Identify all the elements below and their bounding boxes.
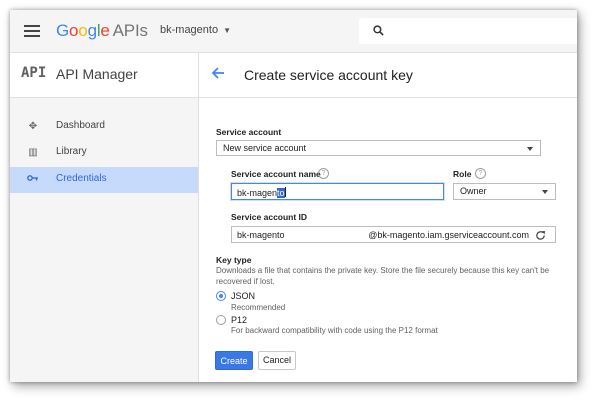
sidebar-item-credentials[interactable]: Credentials	[10, 167, 198, 193]
caret-down-icon: ▼	[223, 26, 232, 35]
project-name: bk-magento	[160, 24, 219, 36]
logo-letter: g	[87, 21, 97, 40]
json-radio[interactable]	[216, 291, 226, 301]
google-apis-logo[interactable]: Google APIs	[56, 21, 148, 41]
logo-letter: o	[78, 21, 88, 40]
sidebar: ✥ Dashboard ▥ Library Credentials	[10, 98, 199, 382]
role-label: Role	[453, 169, 472, 179]
top-bar: Google APIs bk-magento ▼	[10, 10, 577, 53]
app-header: API API Manager	[10, 53, 199, 98]
search-icon	[373, 25, 384, 36]
account-name-input[interactable]: bk-magento	[231, 183, 444, 200]
create-button[interactable]: Create	[215, 351, 253, 370]
json-option-label: JSON	[231, 291, 256, 301]
page-header: Create service account key	[199, 53, 577, 98]
project-selector[interactable]: bk-magento ▼	[160, 24, 231, 36]
refresh-icon[interactable]	[535, 230, 546, 243]
account-name-selection: to	[277, 188, 285, 198]
logo-letter: G	[56, 21, 70, 40]
back-arrow-icon[interactable]	[211, 66, 225, 85]
account-id-label: Service account ID	[231, 212, 308, 222]
cancel-button[interactable]: Cancel	[258, 351, 296, 370]
service-account-select[interactable]: New service account	[216, 140, 541, 156]
dropdown-arrow-icon	[542, 190, 548, 194]
account-id-suffix: @bk-magento.iam.gserviceaccount.com	[368, 230, 529, 240]
p12-option-sub: For backward compatibility with code usi…	[231, 326, 438, 335]
role-value: Owner	[460, 186, 487, 196]
dashboard-icon: ✥	[28, 121, 38, 132]
sidebar-item-dashboard[interactable]: ✥ Dashboard	[10, 114, 198, 140]
account-name-label: Service account name	[231, 169, 321, 179]
key-type-label: Key type	[216, 255, 252, 265]
logo-suffix: APIs	[112, 21, 148, 40]
text-cursor	[284, 187, 286, 197]
browser-frame: Google APIs bk-magento ▼ API API Manager ✥…	[10, 10, 577, 382]
p12-option-label: P12	[231, 315, 248, 325]
logo-letter: o	[69, 21, 79, 40]
library-icon: ▥	[28, 147, 38, 158]
service-account-value: New service account	[223, 143, 307, 153]
dropdown-arrow-icon	[527, 147, 533, 151]
key-icon	[26, 173, 40, 187]
sidebar-item-label: Dashboard	[56, 120, 105, 131]
sidebar-item-label: Credentials	[56, 173, 107, 184]
service-account-label: Service account	[216, 127, 282, 137]
account-id-input[interactable]: bk-magento @bk-magento.iam.gserviceaccou…	[231, 226, 556, 243]
key-type-description: Downloads a file that contains the priva…	[216, 266, 550, 286]
sidebar-item-library[interactable]: ▥ Library	[10, 140, 198, 166]
help-icon[interactable]: ?	[318, 168, 329, 179]
api-logo-icon: API	[21, 65, 47, 81]
app-title: API Manager	[56, 66, 138, 82]
account-id-value: bk-magento	[237, 230, 285, 240]
role-select[interactable]: Owner	[453, 183, 556, 200]
json-option-sub: Recommended	[231, 303, 286, 312]
logo-letter: e	[100, 21, 110, 40]
account-name-value: bk-magento	[237, 187, 286, 198]
sidebar-item-label: Library	[56, 146, 87, 157]
search-input[interactable]	[359, 18, 577, 44]
role-help-icon[interactable]: ?	[475, 168, 486, 179]
p12-radio[interactable]	[216, 315, 226, 325]
page-title: Create service account key	[244, 67, 413, 83]
menu-icon[interactable]	[24, 25, 40, 37]
account-name-prefix: bk-magen	[237, 188, 278, 198]
